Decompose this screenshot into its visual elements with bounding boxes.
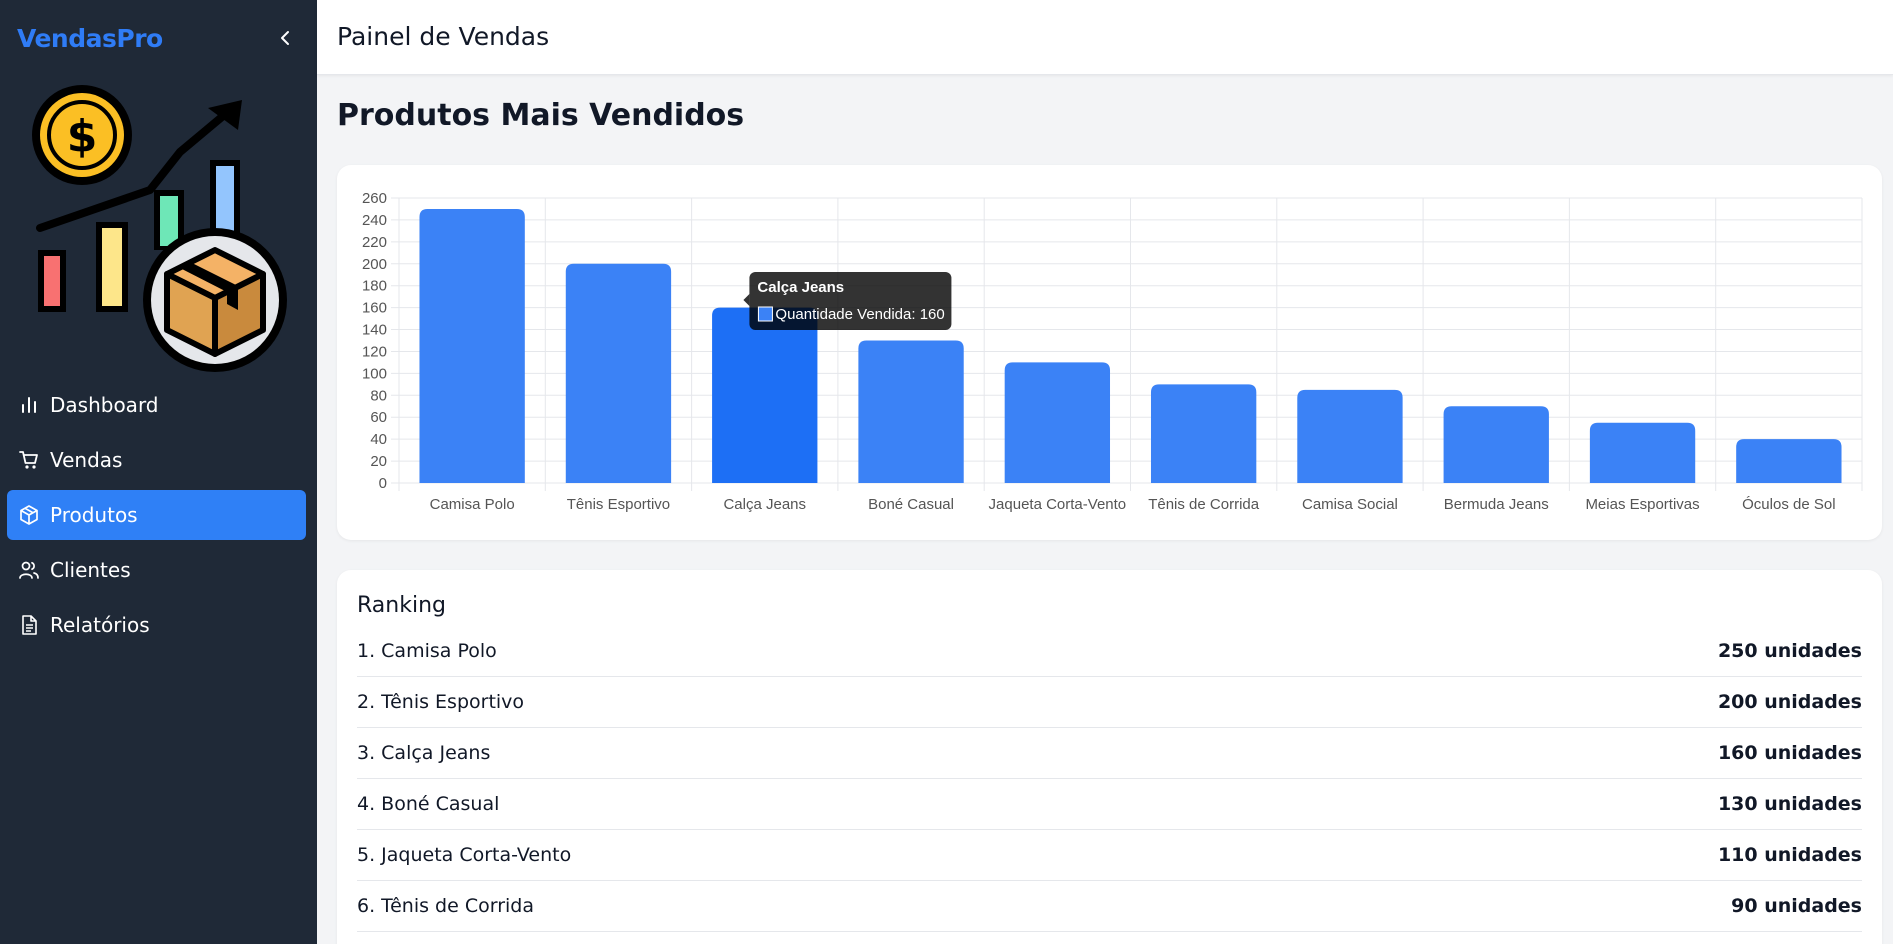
bar	[1589, 422, 1696, 483]
y-tick-label: 160	[362, 300, 387, 317]
y-tick-label: 60	[370, 409, 387, 426]
sidebar-item-label: Dashboard	[50, 393, 159, 417]
sidebar-item-produtos[interactable]: Produtos	[7, 490, 306, 540]
y-tick-label: 40	[370, 431, 387, 448]
collapse-sidebar-button[interactable]	[274, 24, 298, 52]
chart-card: 0 20 40 60 80 100 120 140 160 180 200 220 240 260 Cami…	[337, 165, 1882, 540]
y-tick-label: 140	[362, 322, 387, 339]
header-title: Painel de Vendas	[337, 22, 550, 51]
bar	[712, 307, 818, 483]
ranking-quantity: 160 unidades	[1717, 742, 1862, 764]
ranking-product: 2. Tênis Esportivo	[357, 691, 525, 713]
ranking-product: 1. Camisa Polo	[357, 640, 497, 662]
y-tick-label: 220	[362, 234, 387, 251]
package-icon	[17, 503, 41, 527]
x-tick-label: Bermuda Jeans	[1444, 496, 1549, 513]
svg-text:$: $	[67, 111, 98, 162]
y-tick-label: 0	[379, 475, 387, 492]
bar	[1736, 439, 1842, 483]
page-title: Produtos Mais Vendidos	[337, 98, 745, 133]
file-text-icon	[17, 613, 41, 637]
sidebar-item-clientes[interactable]: Clientes	[7, 545, 306, 595]
tooltip-caret	[743, 294, 750, 306]
ranking-list: 1. Camisa Polo 250 unidades 2. Tênis Espo…	[357, 626, 1862, 932]
ranking-product: 6. Tênis de Corrida	[357, 895, 535, 917]
y-tick-label: 200	[362, 256, 387, 273]
x-tick-label: Calça Jeans	[723, 496, 806, 513]
x-tick-label: Jaqueta Corta-Vento	[989, 496, 1127, 513]
ranking-product: 5. Jaqueta Corta-Vento	[357, 844, 572, 866]
ranking-row: 3. Calça Jeans 160 unidades	[357, 728, 1862, 779]
y-tick-label: 180	[362, 278, 387, 295]
x-tick-label: Camisa Social	[1302, 496, 1398, 513]
bar	[565, 263, 672, 483]
sidebar-item-label: Relatórios	[50, 613, 150, 637]
brand-name: VendasPro	[17, 24, 163, 53]
ranking-quantity: 130 unidades	[1717, 793, 1862, 815]
y-tick-label: 80	[370, 387, 387, 404]
chevron-left-icon	[281, 31, 289, 45]
ranking-card: Ranking 1. Camisa Polo 250 unidades 2. Tê…	[337, 570, 1882, 944]
y-tick-label: 260	[362, 190, 387, 207]
bar	[1297, 389, 1403, 483]
ranking-quantity: 250 unidades	[1717, 640, 1862, 662]
bar	[1004, 362, 1111, 483]
ranking-row: 1. Camisa Polo 250 unidades	[357, 626, 1862, 677]
bar	[419, 208, 525, 483]
tooltip-text: Quantidade Vendida: 160	[775, 306, 944, 323]
bar	[858, 340, 964, 483]
y-tick-label: 240	[362, 212, 387, 229]
tooltip-title: Calça Jeans	[757, 279, 844, 296]
bar-chart-icon	[17, 393, 41, 417]
ranking-quantity: 90 unidades	[1731, 895, 1862, 917]
sidebar-item-dashboard[interactable]: Dashboard	[7, 380, 306, 430]
sales-growth-logo-icon: $	[32, 85, 287, 372]
ranking-product: 4. Boné Casual	[357, 793, 500, 815]
top-bar: Painel de Vendas	[317, 0, 1893, 75]
x-tick-label: Tênis de Corrida	[1148, 496, 1260, 513]
sidebar-item-relatorios[interactable]: Relatórios	[7, 600, 306, 650]
sidebar-item-label: Clientes	[50, 558, 131, 582]
ranking-row: 4. Boné Casual 130 unidades	[357, 779, 1862, 830]
x-tick-label: Óculos de Sol	[1742, 496, 1835, 513]
tooltip-swatch	[757, 306, 773, 322]
x-tick-label: Meias Esportivas	[1585, 496, 1699, 513]
users-icon	[17, 558, 41, 582]
cart-icon	[17, 448, 41, 472]
sidebar-item-label: Vendas	[50, 448, 123, 472]
x-tick-label: Tênis Esportivo	[567, 496, 670, 513]
sidebar-item-vendas[interactable]: Vendas	[7, 435, 306, 485]
ranking-quantity: 110 unidades	[1717, 844, 1862, 866]
y-tick-label: 20	[370, 453, 387, 470]
ranking-product: 3. Calça Jeans	[357, 742, 491, 764]
ranking-row: 5. Jaqueta Corta-Vento 110 unidades	[357, 830, 1862, 881]
sidebar: VendasPro $ Dashboard Vendas Produtos Cl…	[0, 0, 317, 944]
x-tick-label: Camisa Polo	[430, 496, 515, 513]
bar	[1150, 384, 1257, 483]
ranking-title: Ranking	[357, 593, 446, 618]
y-tick-label: 100	[362, 365, 387, 382]
y-tick-label: 120	[362, 343, 387, 360]
ranking-row: 2. Tênis Esportivo 200 unidades	[357, 677, 1862, 728]
bar	[1443, 406, 1549, 483]
sidebar-item-label: Produtos	[50, 503, 138, 527]
x-tick-label: Boné Casual	[868, 496, 954, 513]
bar-chart: 0 20 40 60 80 100 120 140 160 180 200 220 240 260 Cami…	[362, 190, 1863, 513]
ranking-row: 6. Tênis de Corrida 90 unidades	[357, 881, 1862, 932]
ranking-quantity: 200 unidades	[1717, 691, 1862, 713]
